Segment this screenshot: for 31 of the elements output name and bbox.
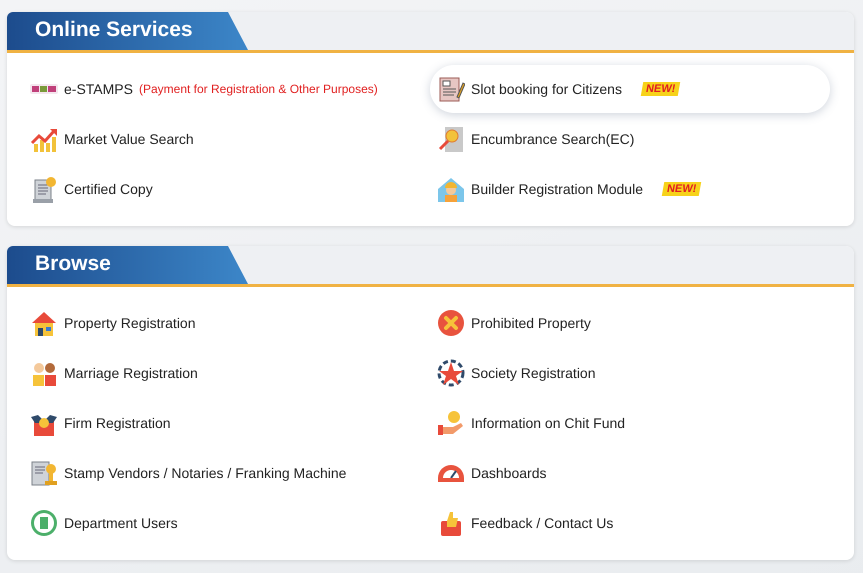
document-pen-icon [437,75,465,103]
service-link[interactable]: Dashboards [430,448,830,498]
section-title: Browse [7,246,248,284]
stamp-certificate-icon [30,459,58,487]
section-title: Online Services [7,12,248,50]
cross-circle-icon [437,309,465,337]
emblem-icon [30,509,58,537]
search-document-icon [437,125,465,153]
builder-house-icon [437,175,465,203]
certificate-icon [30,175,58,203]
service-link[interactable]: Feedback / Contact Us [430,498,830,548]
service-link[interactable]: e-STAMPS (Payment for Registration & Other Purposes) [23,64,430,114]
service-link[interactable]: Property Registration [23,298,430,348]
service-link[interactable]: Certified Copy [23,164,430,214]
service-link[interactable]: Builder Registration Module NEW! [430,164,830,214]
service-link[interactable]: Encumbrance Search(EC) [430,114,830,164]
house-icon [30,309,58,337]
service-link[interactable]: Prohibited Property [430,298,830,348]
service-link[interactable]: Slot booking for Citizens NEW! [430,65,830,113]
service-link[interactable]: Stamp Vendors / Notaries / Franking Machine [23,448,430,498]
new-badge: NEW! [662,182,702,196]
gauge-icon [437,464,465,482]
coin-hand-icon [437,409,465,437]
new-badge: NEW! [640,82,681,96]
service-link[interactable]: Marriage Registration [23,348,430,398]
service-link[interactable]: Department Users [23,498,430,548]
service-link[interactable]: Firm Registration [23,398,430,448]
stamp-logo-icon [30,84,58,94]
service-link[interactable]: Society Registration [430,348,830,398]
service-link[interactable]: Market Value Search [23,114,430,164]
service-link[interactable]: Information on Chit Fund [430,398,830,448]
